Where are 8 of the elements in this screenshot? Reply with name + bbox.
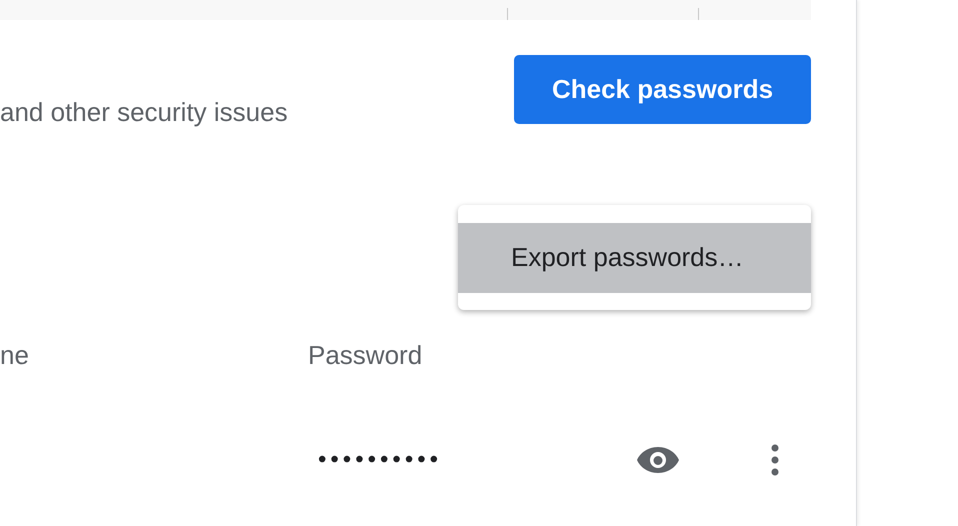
check-passwords-button[interactable]: Check passwords — [514, 55, 811, 124]
menu-item[interactable]: Export passwords… — [458, 222, 811, 292]
eye-icon[interactable] — [637, 447, 679, 473]
column-header: Password — [308, 340, 422, 370]
description-text: and other security issues — [0, 97, 288, 127]
password-value: •••••••••• — [318, 446, 444, 474]
more-options-icon[interactable] — [771, 444, 779, 476]
column-header: ne — [0, 340, 29, 370]
